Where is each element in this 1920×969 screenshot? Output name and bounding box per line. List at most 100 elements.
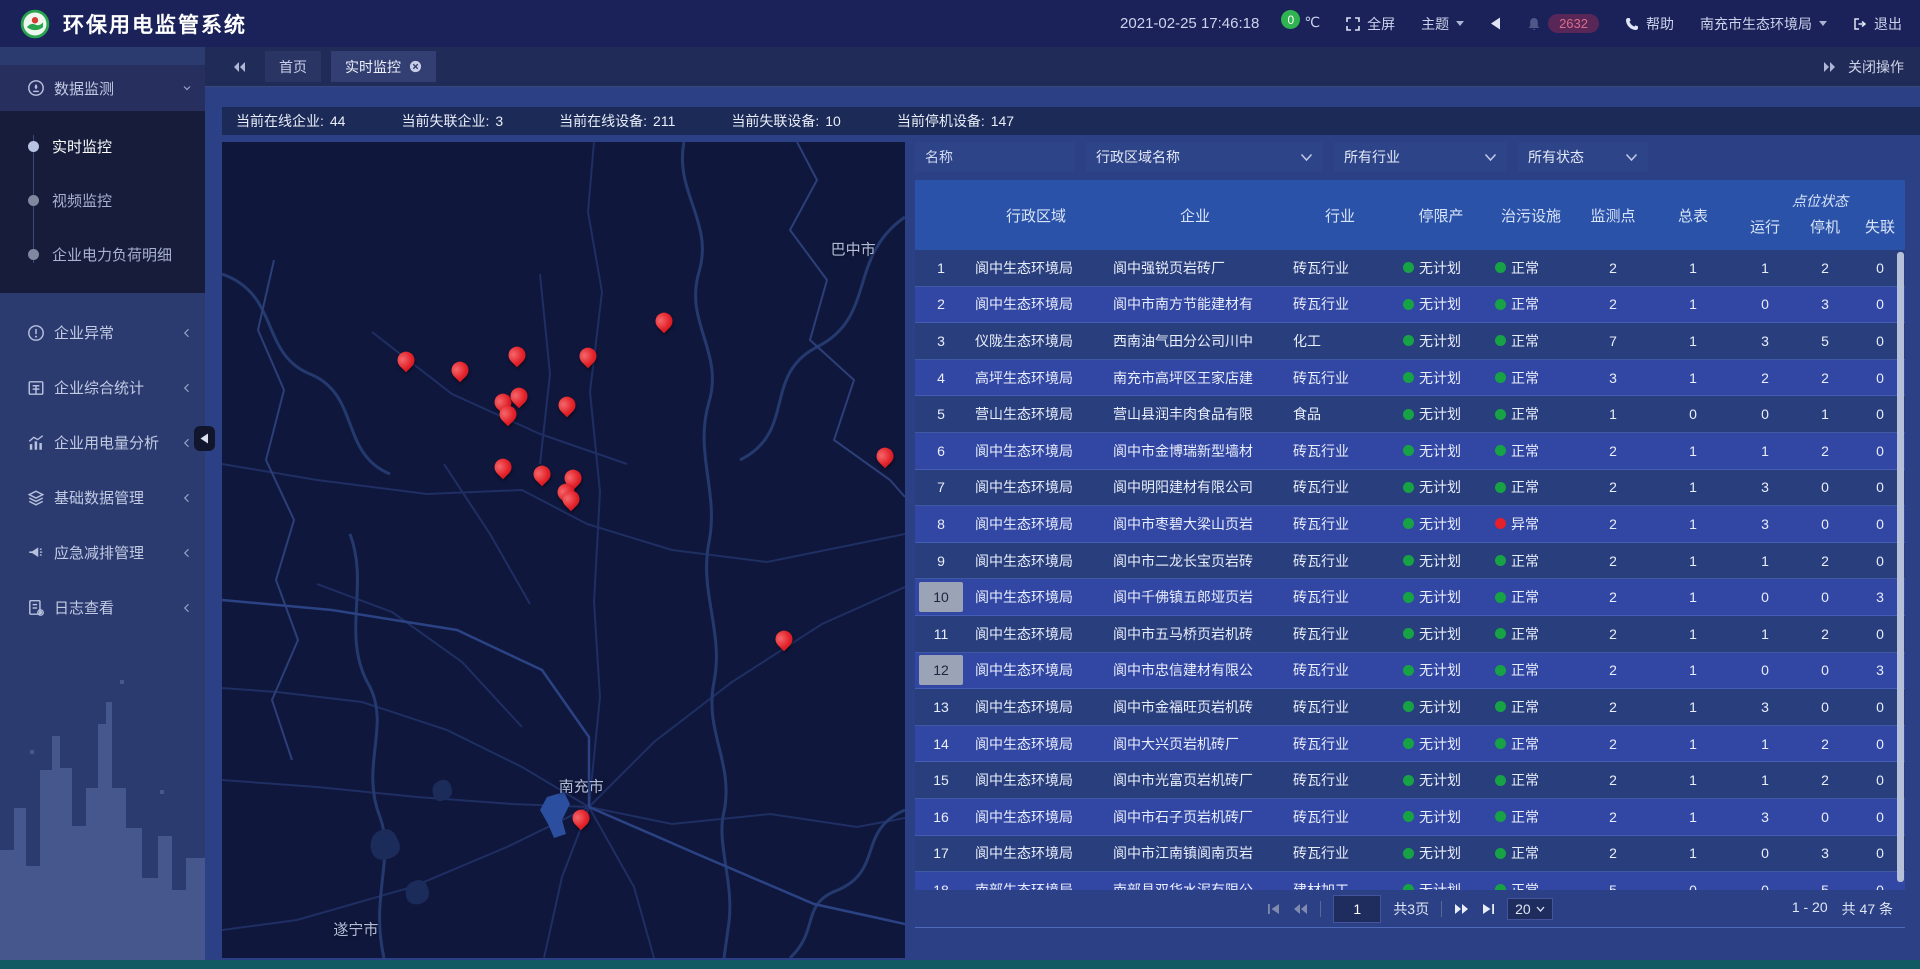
logout-button[interactable]: 退出: [1853, 14, 1902, 34]
status-dot-icon: [1403, 372, 1414, 383]
table-scrollbar[interactable]: [1897, 252, 1904, 882]
status-filter-select[interactable]: 所有状态: [1518, 142, 1648, 172]
cell-enterprise: 阆中明阳建材有限公司: [1105, 477, 1285, 497]
cell-enterprise: 阆中市金福旺页岩机砖: [1105, 697, 1285, 717]
page-size-select[interactable]: 20: [1507, 898, 1553, 920]
region-filter-select[interactable]: 行政区域名称: [1086, 142, 1323, 172]
map-pin[interactable]: [491, 455, 515, 479]
cell-facility-status: 正常: [1487, 404, 1575, 424]
cell-monitor-count: 2: [1575, 736, 1651, 752]
user-name: 南充市生态环境局: [1700, 14, 1812, 34]
tab-close-icon[interactable]: [409, 60, 422, 73]
cell-industry: 建材加工: [1285, 880, 1395, 890]
cell-monitor-count: 2: [1575, 699, 1651, 715]
map-pin[interactable]: [576, 344, 600, 368]
cell-meter-count: 1: [1651, 772, 1735, 788]
status-dot-icon: [1495, 775, 1506, 786]
status-dot-icon: [1403, 262, 1414, 273]
cell-monitor-count: 2: [1575, 626, 1651, 642]
cell-run-count: 1: [1735, 736, 1795, 752]
table-row[interactable]: 15阆中生态环境局阆中市光富页岩机砖厂砖瓦行业无计划正常21120: [915, 762, 1905, 799]
tab-realtime-monitoring[interactable]: 实时监控: [331, 51, 436, 82]
industry-filter-select[interactable]: 所有行业: [1334, 142, 1507, 172]
cell-region: 阆中生态环境局: [967, 660, 1105, 680]
map-panel[interactable]: 巴中市南充市遂宁市: [222, 142, 905, 958]
table-row[interactable]: 18南部生态环境局南部县双华水泥有限公建材加工无计划正常50050: [915, 872, 1905, 890]
help-button[interactable]: 帮助: [1625, 14, 1674, 34]
sidebar-item-realtime-monitoring[interactable]: 实时监控: [0, 119, 205, 173]
column-header-facility: 治污设施: [1487, 180, 1575, 250]
table-row[interactable]: 8阆中生态环境局阆中市枣碧大梁山页岩砖瓦行业无计划异常21300: [915, 506, 1905, 543]
table-row[interactable]: 2阆中生态环境局阆中市南方节能建材有砖瓦行业无计划正常21030: [915, 287, 1905, 324]
sidebar-group-power-analysis[interactable]: 企业用电量分析: [0, 415, 205, 470]
prev-page-button[interactable]: [1293, 903, 1308, 915]
sound-toggle[interactable]: [1490, 17, 1501, 30]
cell-halt-count: 2: [1795, 626, 1855, 642]
map-pin[interactable]: [505, 343, 529, 367]
cell-stop-status: 无计划: [1395, 368, 1487, 388]
tab-home[interactable]: 首页: [265, 51, 321, 82]
tab-scroll-left-button[interactable]: [233, 61, 247, 73]
cell-meter-count: 1: [1651, 589, 1735, 605]
sidebar-group-data-monitoring[interactable]: 数据监测: [0, 65, 205, 111]
table-row[interactable]: 12阆中生态环境局阆中市忠信建材有限公砖瓦行业无计划正常21003: [915, 653, 1905, 690]
table-row[interactable]: 16阆中生态环境局阆中市石子页岩机砖厂砖瓦行业无计划正常21300: [915, 799, 1905, 836]
cell-facility-status: 正常: [1487, 807, 1575, 827]
cell-monitor-count: 2: [1575, 772, 1651, 788]
table-row[interactable]: 6阆中生态环境局阆中市金博瑞新型墙材砖瓦行业无计划正常21120: [915, 433, 1905, 470]
table-row[interactable]: 9阆中生态环境局阆中市二龙长宝页岩砖砖瓦行业无计划正常21120: [915, 543, 1905, 580]
cell-industry: 砖瓦行业: [1285, 368, 1395, 388]
bell-icon: [1527, 17, 1541, 31]
sidebar-group-base-data[interactable]: 基础数据管理: [0, 470, 205, 525]
cell-meter-count: 1: [1651, 260, 1735, 276]
bottom-accent-strip: [0, 960, 1920, 969]
sidebar-group-emergency-reduction[interactable]: 应急减排管理: [0, 525, 205, 580]
range-label: 1 - 20: [1792, 899, 1828, 919]
map-pin[interactable]: [569, 806, 593, 830]
map-pin[interactable]: [873, 444, 897, 468]
fullscreen-button[interactable]: 全屏: [1346, 14, 1395, 34]
map-pin[interactable]: [652, 309, 676, 333]
table-row[interactable]: 14阆中生态环境局阆中大兴页岩机砖厂砖瓦行业无计划正常21120: [915, 726, 1905, 763]
sidebar-collapse-button[interactable]: [194, 426, 215, 451]
name-filter-input[interactable]: [915, 142, 1075, 172]
table-row[interactable]: 5营山生态环境局营山县润丰肉食品有限食品无计划正常10010: [915, 396, 1905, 433]
table-row[interactable]: 4高坪生态环境局南充市高坪区王家店建砖瓦行业无计划正常31220: [915, 360, 1905, 397]
table-row[interactable]: 7阆中生态环境局阆中明阳建材有限公司砖瓦行业无计划正常21300: [915, 470, 1905, 507]
close-operations-button[interactable]: 关闭操作: [1848, 57, 1904, 77]
cell-stop-status: 无计划: [1395, 294, 1487, 314]
map-pin[interactable]: [772, 627, 796, 651]
sidebar-group-enterprise-abnormal[interactable]: 企业异常: [0, 305, 205, 360]
notifications[interactable]: 2632: [1527, 14, 1599, 33]
row-index: 10: [919, 582, 963, 612]
cell-meter-count: 1: [1651, 479, 1735, 495]
map-pin[interactable]: [448, 358, 472, 382]
tab-scroll-right-button[interactable]: [1822, 61, 1836, 73]
map-pin[interactable]: [394, 348, 418, 372]
sidebar-item-video-monitoring[interactable]: 视频监控: [0, 173, 205, 227]
cell-meter-count: 1: [1651, 516, 1735, 532]
cell-monitor-count: 2: [1575, 662, 1651, 678]
sidebar-group-enterprise-statistics[interactable]: 企业综合统计: [0, 360, 205, 415]
table-row[interactable]: 10阆中生态环境局阆中千佛镇五郎垭页岩砖瓦行业无计划正常21003: [915, 579, 1905, 616]
theme-dropdown[interactable]: 主题: [1421, 14, 1464, 34]
table-row[interactable]: 3仪陇生态环境局西南油气田分公司川中化工无计划正常71350: [915, 323, 1905, 360]
cell-enterprise: 阆中大兴页岩机砖厂: [1105, 734, 1285, 754]
last-page-button[interactable]: [1481, 903, 1495, 915]
map-pin[interactable]: [530, 462, 554, 486]
user-dropdown[interactable]: 南充市生态环境局: [1700, 14, 1827, 34]
cell-facility-status: 正常: [1487, 770, 1575, 790]
table-row[interactable]: 1阆中生态环境局阆中强锐页岩砖厂砖瓦行业无计划正常21120: [915, 250, 1905, 287]
table-row[interactable]: 11阆中生态环境局阆中市五马桥页岩机砖砖瓦行业无计划正常21120: [915, 616, 1905, 653]
page-input[interactable]: [1333, 895, 1381, 923]
total-pages-label: 共3页: [1393, 899, 1429, 919]
table-row[interactable]: 17阆中生态环境局阆中市江南镇阆南页岩砖瓦行业无计划正常21030: [915, 836, 1905, 873]
sidebar-item-power-load-detail[interactable]: 企业电力负荷明细: [0, 227, 205, 281]
cell-monitor-count: 2: [1575, 479, 1651, 495]
next-page-button[interactable]: [1454, 903, 1469, 915]
status-dot-icon: [1495, 848, 1506, 859]
map-pin[interactable]: [555, 393, 579, 417]
first-page-button[interactable]: [1267, 903, 1281, 915]
table-row[interactable]: 13阆中生态环境局阆中市金福旺页岩机砖砖瓦行业无计划正常21300: [915, 689, 1905, 726]
sidebar-group-log-view[interactable]: 日志查看: [0, 580, 205, 635]
